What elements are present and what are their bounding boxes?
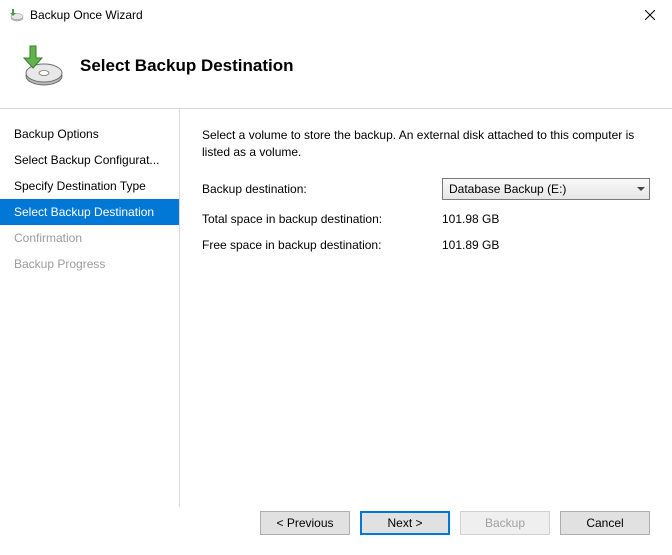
- previous-button[interactable]: < Previous: [260, 511, 350, 535]
- free-space-value: 101.89 GB: [442, 238, 650, 252]
- backup-button: Backup: [460, 511, 550, 535]
- total-space-label: Total space in backup destination:: [202, 212, 442, 226]
- step-select-backup-destination[interactable]: Select Backup Destination: [0, 199, 179, 225]
- step-confirmation: Confirmation: [0, 225, 179, 251]
- backup-disc-icon: [16, 42, 64, 90]
- total-space-row: Total space in backup destination: 101.9…: [202, 212, 650, 226]
- wizard-content: Select a volume to store the backup. An …: [180, 109, 672, 507]
- destination-label: Backup destination:: [202, 182, 442, 196]
- wizard-header: Select Backup Destination: [0, 30, 672, 109]
- next-button[interactable]: Next >: [360, 511, 450, 535]
- app-icon: [8, 7, 24, 23]
- free-space-row: Free space in backup destination: 101.89…: [202, 238, 650, 252]
- titlebar-left: Backup Once Wizard: [8, 7, 143, 23]
- step-backup-progress: Backup Progress: [0, 251, 179, 277]
- destination-row: Backup destination: Database Backup (E:): [202, 178, 650, 200]
- destination-selected-value: Database Backup (E:): [449, 182, 566, 196]
- step-select-backup-config[interactable]: Select Backup Configurat...: [0, 147, 179, 173]
- page-title: Select Backup Destination: [80, 56, 294, 76]
- chevron-down-icon: [637, 182, 645, 196]
- step-backup-options[interactable]: Backup Options: [0, 121, 179, 147]
- instruction-text: Select a volume to store the backup. An …: [202, 127, 650, 162]
- close-button[interactable]: [627, 0, 672, 30]
- window-title: Backup Once Wizard: [30, 8, 143, 22]
- destination-dropdown[interactable]: Database Backup (E:): [442, 178, 650, 200]
- free-space-label: Free space in backup destination:: [202, 238, 442, 252]
- wizard-body: Backup Options Select Backup Configurat.…: [0, 109, 672, 507]
- titlebar: Backup Once Wizard: [0, 0, 672, 30]
- total-space-value: 101.98 GB: [442, 212, 650, 226]
- steps-sidebar: Backup Options Select Backup Configurat.…: [0, 109, 180, 507]
- wizard-footer: < Previous Next > Backup Cancel: [0, 511, 672, 547]
- cancel-button[interactable]: Cancel: [560, 511, 650, 535]
- step-specify-destination-type[interactable]: Specify Destination Type: [0, 173, 179, 199]
